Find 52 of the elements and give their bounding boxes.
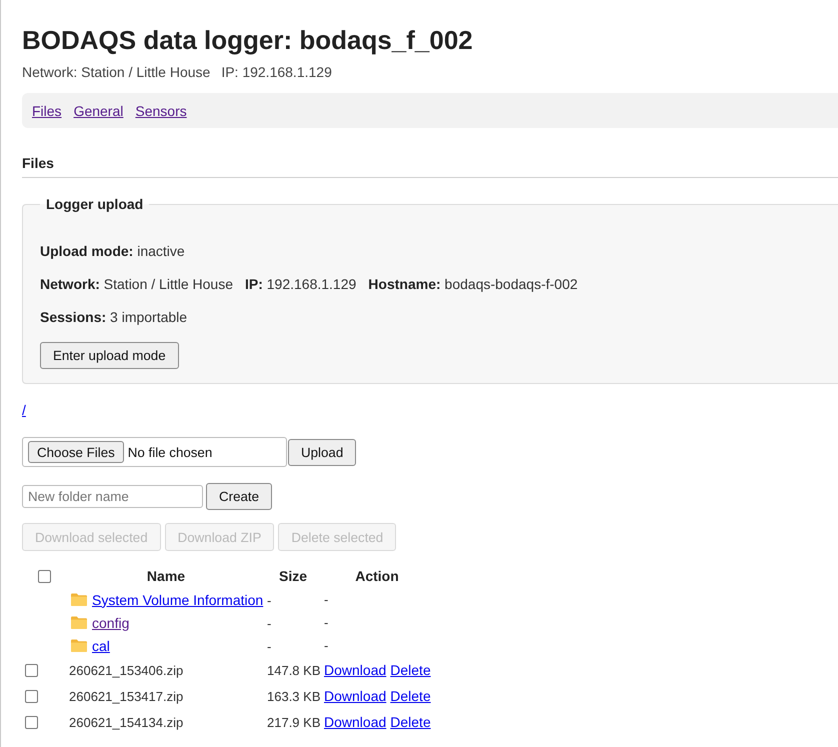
action-cell: - (324, 592, 328, 607)
action-link[interactable]: Delete (390, 662, 431, 678)
status-text: Network: Station / Little House (40, 275, 233, 293)
upload-button[interactable]: Upload (288, 438, 356, 466)
column-header: Name (146, 568, 186, 584)
size-cell: 147.8 KB (267, 663, 320, 678)
header-info-text: Network: Station / Little House (22, 63, 210, 81)
header-info-text: IP: 192.168.1.129 (221, 63, 332, 81)
status-text: IP: 192.168.1.129 (244, 275, 356, 293)
action-link[interactable]: Delete (390, 714, 431, 730)
row-checkbox[interactable] (25, 716, 38, 728)
folder-icon (71, 639, 87, 652)
upload-mode-button[interactable]: Enter upload mode (40, 342, 179, 369)
page-title: BODAQS data logger: bodaqs_f_002 (22, 25, 473, 55)
folder-name-field[interactable]: New folder name (22, 485, 203, 508)
nav-link[interactable]: Files (32, 102, 62, 118)
folder-link[interactable]: config (92, 614, 130, 630)
action-link[interactable]: Delete (390, 688, 431, 704)
create-button[interactable]: Create (206, 483, 272, 510)
file-name: 260621_153417.zip (69, 689, 184, 704)
folder-icon (71, 593, 87, 606)
select-all-checkbox[interactable] (38, 570, 51, 582)
column-header: Size (278, 568, 307, 584)
column-header: Action (355, 568, 399, 584)
size-cell: 217.9 KB (267, 715, 320, 730)
file-input[interactable]: Choose Files No file chosen (22, 437, 287, 467)
status-text: Hostname: bodaqs-bodaqs-f-002 (368, 275, 578, 293)
folder-icon (71, 616, 87, 629)
action-link[interactable]: Download (324, 714, 386, 730)
size-cell: - (267, 616, 272, 630)
file-status-text: No file chosen (128, 444, 212, 460)
path-link[interactable]: / (22, 402, 26, 418)
size-cell: - (267, 638, 272, 654)
action-cell: - (324, 615, 328, 630)
folder-link[interactable]: cal (92, 638, 110, 654)
nav-link[interactable]: General (74, 102, 124, 118)
action-cell: - (324, 638, 328, 653)
size-cell: 163.3 KB (267, 689, 320, 704)
status-text: Sessions: 3 importable (40, 308, 188, 326)
choose-files-button[interactable]: Choose Files (28, 441, 124, 463)
row-checkbox[interactable] (25, 664, 38, 676)
panel-legend: Logger upload (40, 196, 150, 212)
action-link[interactable]: Download (324, 662, 386, 678)
status-text: Upload mode: inactive (40, 242, 185, 260)
section-heading: Files (22, 155, 54, 171)
nav-link[interactable]: Sensors (135, 102, 187, 118)
row-checkbox[interactable] (25, 690, 38, 702)
file-name: 260621_154134.zip (69, 715, 184, 730)
action-link[interactable]: Download (324, 688, 386, 704)
folder-link[interactable]: System Volume Information (92, 592, 264, 608)
file-name: 260621_153406.zip (69, 663, 184, 678)
size-cell: - (267, 592, 272, 608)
